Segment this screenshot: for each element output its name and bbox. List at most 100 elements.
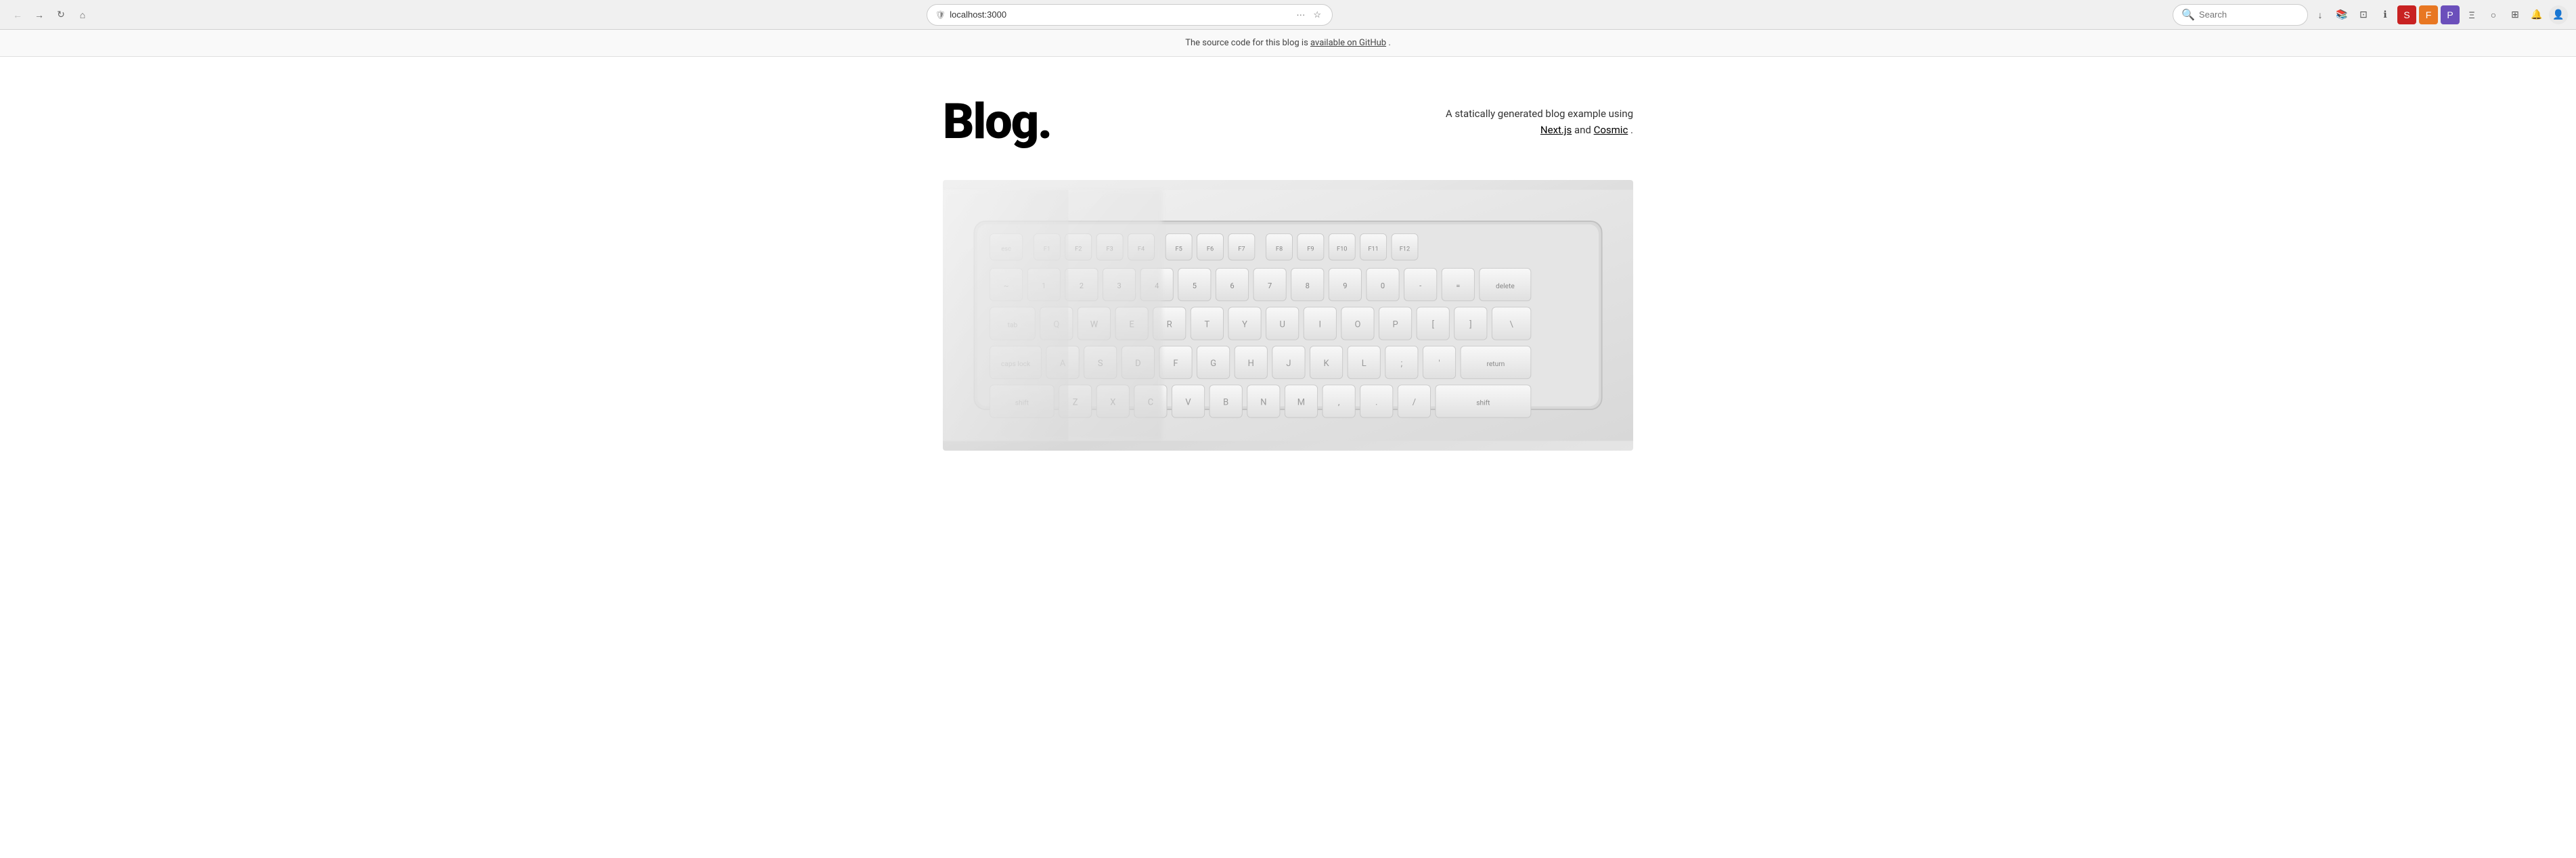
profile-icon: 👤: [2552, 9, 2564, 20]
svg-text:F8: F8: [1276, 245, 1283, 252]
svg-text:,: ,: [1338, 398, 1340, 408]
reload-icon: ↻: [57, 9, 65, 20]
search-icon: 🔍: [2181, 8, 2195, 21]
blog-description: A statically generated blog example usin…: [1417, 106, 1633, 138]
svg-text:J: J: [1286, 359, 1291, 369]
svg-text:shift: shift: [1476, 399, 1490, 407]
sync-icon: ⊡: [2359, 9, 2368, 20]
banner-text-before: The source code for this blog is: [1185, 38, 1310, 48]
svg-text:=: =: [1456, 281, 1460, 290]
info-icon: ℹ: [2383, 9, 2386, 20]
search-bar[interactable]: 🔍: [2173, 4, 2308, 26]
addon1-icon: S: [2403, 9, 2410, 20]
nav-buttons: ← → ↻ ⌂: [8, 5, 92, 24]
svg-text:\: \: [1509, 320, 1513, 330]
keyboard-visual: esc F1 F2 F3 F4 F5 F6 F7 F8 F9: [943, 180, 1633, 451]
blog-header: Blog. A statically generated blog exampl…: [943, 97, 1633, 146]
description-text-after: .: [1630, 124, 1633, 136]
svg-text:K: K: [1323, 359, 1329, 369]
browser-chrome: ← → ↻ ⌂ 🛡 ··· ☆ 🔍 ↓: [0, 0, 2576, 30]
svg-text:F12: F12: [1400, 245, 1411, 252]
svg-text:return: return: [1487, 361, 1505, 368]
sync-button[interactable]: ⊡: [2354, 5, 2373, 24]
notification-button[interactable]: 🔔: [2527, 5, 2546, 24]
library-icon: 📚: [2336, 9, 2347, 20]
more-options-button[interactable]: ···: [1293, 8, 1308, 21]
bookmark-icon: ☆: [1313, 9, 1321, 20]
svg-text:M: M: [1297, 398, 1305, 408]
addon3-button[interactable]: P: [2441, 5, 2460, 24]
pocket-button[interactable]: ○: [2484, 5, 2503, 24]
svg-text:I: I: [1319, 320, 1322, 330]
svg-text:G: G: [1210, 359, 1216, 369]
grid-button[interactable]: ⊞: [2506, 5, 2525, 24]
notification-banner: The source code for this blog is availab…: [0, 30, 2576, 57]
shield-icon: 🛡: [935, 10, 946, 20]
svg-text:Y: Y: [1242, 320, 1247, 330]
svg-text:5: 5: [1193, 281, 1197, 290]
svg-text:;: ;: [1400, 359, 1402, 369]
svg-text:-: -: [1419, 281, 1421, 290]
library-button[interactable]: 📚: [2332, 5, 2351, 24]
url-input[interactable]: [950, 9, 1293, 20]
description-text-before: A statically generated blog example usin…: [1446, 108, 1633, 120]
svg-text:F5: F5: [1175, 245, 1182, 252]
reader-button[interactable]: Ξ: [2462, 5, 2481, 24]
svg-text:B: B: [1223, 398, 1228, 408]
browser-toolbar-right: 🔍 ↓ 📚 ⊡ ℹ S F P Ξ ○ ⊞: [2173, 4, 2568, 26]
info-button[interactable]: ℹ: [2376, 5, 2395, 24]
svg-text:F10: F10: [1337, 245, 1348, 252]
github-link[interactable]: available on GitHub: [1310, 38, 1386, 48]
reload-button[interactable]: ↻: [51, 5, 70, 24]
svg-text:L: L: [1362, 359, 1367, 369]
svg-text:H: H: [1248, 359, 1254, 369]
description-text-middle: and: [1574, 124, 1594, 136]
svg-text:[: [: [1431, 320, 1434, 330]
reader-icon: Ξ: [2468, 9, 2474, 20]
search-input[interactable]: [2199, 9, 2299, 20]
home-icon: ⌂: [80, 9, 85, 20]
svg-text:N: N: [1260, 398, 1266, 408]
svg-text:P: P: [1392, 320, 1398, 330]
notification-icon: 🔔: [2531, 9, 2542, 20]
svg-text:9: 9: [1343, 281, 1347, 290]
svg-text:F7: F7: [1238, 245, 1245, 252]
svg-text:F6: F6: [1207, 245, 1214, 252]
keyboard-svg: esc F1 F2 F3 F4 F5 F6 F7 F8 F9: [943, 180, 1633, 451]
addon2-button[interactable]: F: [2419, 5, 2438, 24]
address-bar[interactable]: 🛡 ··· ☆: [927, 4, 1333, 26]
cosmic-link[interactable]: Cosmic: [1594, 124, 1628, 136]
svg-text:F: F: [1173, 359, 1178, 369]
svg-text:T: T: [1205, 320, 1210, 330]
svg-text:F11: F11: [1368, 245, 1379, 252]
svg-text:delete: delete: [1496, 283, 1515, 290]
svg-text:/: /: [1413, 398, 1416, 408]
grid-icon: ⊞: [2511, 9, 2519, 20]
back-icon: ←: [13, 9, 22, 20]
nextjs-link[interactable]: Next.js: [1540, 124, 1572, 136]
back-button[interactable]: ←: [8, 5, 27, 24]
more-options-icon: ···: [1296, 9, 1305, 20]
banner-text-after: .: [1388, 38, 1390, 48]
bookmark-button[interactable]: ☆: [1310, 8, 1324, 22]
svg-text:U: U: [1279, 320, 1285, 330]
svg-text:V: V: [1185, 398, 1191, 408]
blog-title: Blog.: [943, 97, 1051, 146]
forward-button[interactable]: →: [30, 5, 49, 24]
svg-text:O: O: [1354, 320, 1360, 330]
forward-icon: →: [35, 9, 44, 20]
addon3-icon: P: [2447, 9, 2453, 20]
download-button[interactable]: ↓: [2311, 5, 2330, 24]
address-bar-actions: ··· ☆: [1293, 8, 1324, 22]
download-icon: ↓: [2318, 9, 2323, 20]
home-button[interactable]: ⌂: [73, 5, 92, 24]
svg-text:R: R: [1167, 320, 1172, 330]
addon2-icon: F: [2426, 9, 2432, 20]
svg-text:F9: F9: [1307, 245, 1314, 252]
hero-image: esc F1 F2 F3 F4 F5 F6 F7 F8 F9: [943, 180, 1633, 451]
profile-button[interactable]: 👤: [2549, 5, 2568, 24]
svg-text:8: 8: [1306, 281, 1310, 290]
svg-text:': ': [1438, 359, 1440, 369]
addon1-button[interactable]: S: [2397, 5, 2416, 24]
svg-text:]: ]: [1469, 320, 1471, 330]
